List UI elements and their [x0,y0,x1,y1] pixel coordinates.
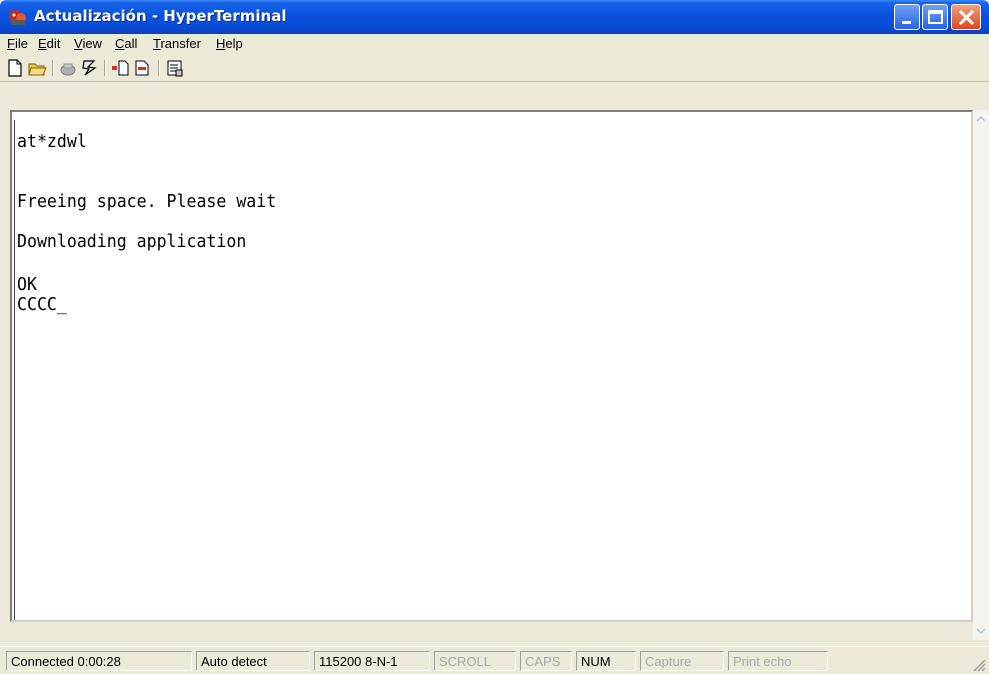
terminal-line: CCCC_ [17,294,67,315]
menu-help-key: H [216,36,226,51]
toolbar-separator [158,60,160,76]
maximize-icon [928,10,943,24]
minimize-icon [902,21,911,24]
terminal-line: at*zdwl [17,131,87,152]
status-bar: Connected 0:00:28 Auto detect 115200 8-N… [0,646,989,674]
menu-file[interactable]: File [7,36,28,51]
menu-edit[interactable]: Edit [38,36,60,51]
terminal-output[interactable]: at*zdwl Freeing space. Please wait Downl… [14,120,955,620]
vertical-scrollbar[interactable] [973,110,989,640]
status-connected: Connected 0:00:28 [6,651,192,671]
menu-edit-rest: dit [46,36,61,51]
scroll-up-button[interactable] [973,110,989,128]
menu-edit-key: E [38,36,47,51]
maximize-button[interactable] [922,4,948,30]
terminal-line: Freeing space. Please wait [17,191,277,212]
resize-grip-icon[interactable] [970,656,986,672]
menu-help-rest: elp [225,36,243,51]
menu-file-rest: ile [14,36,28,51]
call-icon[interactable] [80,58,100,78]
status-scroll: SCROLL [434,651,516,671]
title-bar[interactable]: Actualización - HyperTerminal [0,0,989,34]
chevron-down-icon [976,628,986,635]
new-connection-icon[interactable] [5,58,25,78]
menu-transfer[interactable]: Transfer [153,36,201,51]
minimize-button[interactable] [894,4,920,30]
menu-call[interactable]: Call [115,36,137,51]
terminal-line: Downloading application [17,231,247,252]
status-num: NUM [576,651,636,671]
receive-icon[interactable] [132,58,152,78]
open-icon[interactable] [27,58,47,78]
chevron-up-icon [976,115,986,122]
toolbar-separator [52,60,54,76]
status-print-echo: Print echo [728,651,828,671]
menu-file-key: F [7,36,15,51]
menu-view-rest: iew [82,36,102,51]
menu-call-key: C [115,36,125,51]
close-button[interactable] [951,4,981,30]
toolbar [0,55,989,82]
menu-view[interactable]: View [74,36,102,51]
hyperterminal-window: Actualización - HyperTerminal File Edit … [0,0,989,674]
send-icon[interactable] [110,58,130,78]
toolbar-separator [104,60,106,76]
status-detect: Auto detect [196,651,310,671]
disconnect-icon[interactable] [58,58,78,78]
hyperterminal-app-icon[interactable] [8,7,28,27]
status-baud: 115200 8-N-1 [314,651,430,671]
status-caps: CAPS [520,651,572,671]
status-capture: Capture [640,651,724,671]
menu-transfer-rest: ransfer [160,36,201,51]
properties-icon[interactable] [165,58,185,78]
menu-help[interactable]: Help [216,36,243,51]
menu-call-rest: all [124,36,138,51]
window-title: Actualización - HyperTerminal [34,7,287,25]
menu-bar: File Edit View Call Transfer Help [0,34,989,54]
close-icon [958,9,975,26]
scroll-down-button[interactable] [973,622,989,640]
